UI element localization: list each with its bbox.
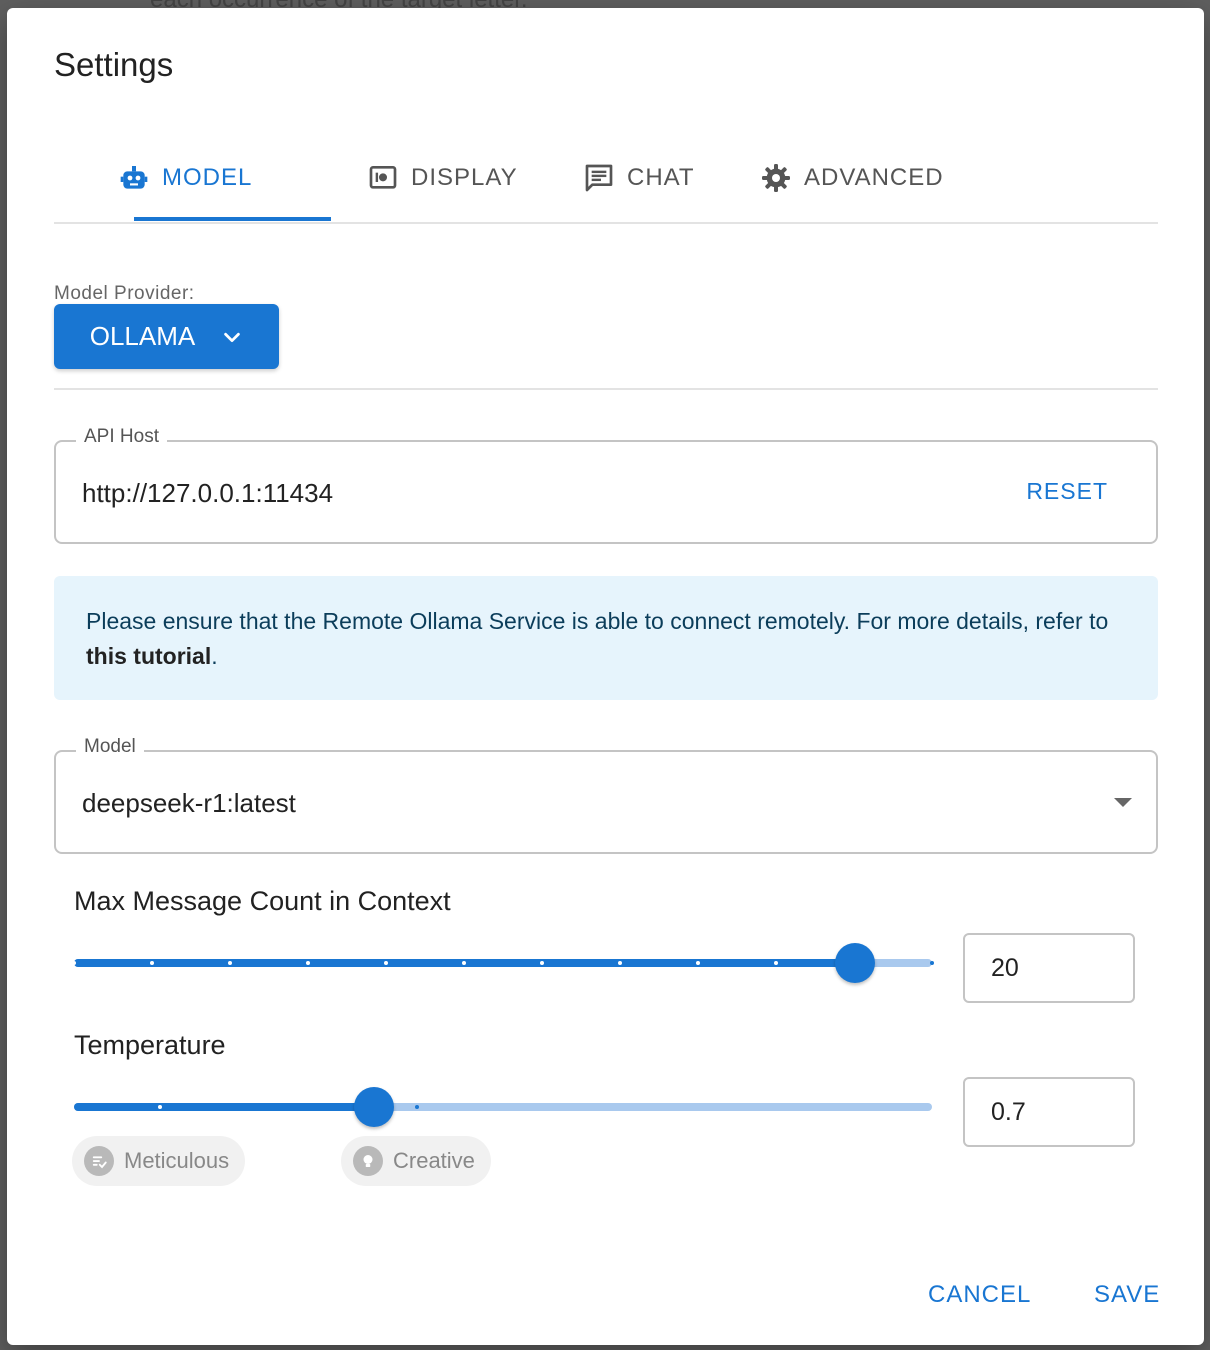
slider-mark xyxy=(150,961,154,965)
chip-meticulous[interactable]: Meticulous xyxy=(72,1136,246,1186)
slider-mark xyxy=(930,961,934,965)
max-message-title: Max Message Count in Context xyxy=(74,886,451,916)
chat-icon xyxy=(585,164,613,192)
cancel-button[interactable]: CANCEL xyxy=(928,1281,1031,1309)
api-host-input[interactable]: http://127.0.0.1:11434 xyxy=(82,478,333,509)
chip-creative[interactable]: Creative xyxy=(341,1136,491,1186)
slider-mark xyxy=(618,961,622,965)
info-text-main: Please ensure that the Remote Ollama Ser… xyxy=(86,608,1109,634)
slider-mark xyxy=(306,961,310,965)
tutorial-link[interactable]: this tutorial xyxy=(86,643,211,669)
slider-mark xyxy=(774,961,778,965)
slider-mark xyxy=(462,961,466,965)
lightbulb-icon xyxy=(353,1146,383,1176)
model-provider-label: Model Provider: xyxy=(54,283,195,304)
tab-chat[interactable]: CHAT xyxy=(583,136,695,220)
max-message-input[interactable]: 20 xyxy=(963,933,1135,1003)
max-message-slider[interactable] xyxy=(72,943,934,983)
model-value: deepseek-r1:latest xyxy=(82,788,296,818)
tab-model-label: MODEL xyxy=(162,164,253,191)
model-legend: Model xyxy=(76,736,144,758)
settings-dialog: Settings MODEL DISPLAY CHAT ADVANCED Mod… xyxy=(7,8,1204,1345)
tab-model[interactable]: MODEL xyxy=(118,136,252,220)
slider-mark xyxy=(384,961,388,965)
robot-icon xyxy=(120,166,148,189)
reset-button[interactable]: RESET xyxy=(1026,478,1108,505)
checklist-icon xyxy=(84,1146,114,1176)
info-text: Please ensure that the Remote Ollama Ser… xyxy=(86,604,1118,674)
slider-mark xyxy=(540,961,544,965)
api-host-legend: API Host xyxy=(76,426,167,448)
temperature-title: Temperature xyxy=(74,1030,226,1060)
tab-indicator xyxy=(134,217,331,221)
chip-meticulous-label: Meticulous xyxy=(124,1148,230,1173)
slider-mark xyxy=(228,961,232,965)
temperature-slider[interactable] xyxy=(74,1087,932,1127)
tab-display[interactable]: DISPLAY xyxy=(367,136,518,220)
slider-track xyxy=(74,1103,374,1111)
settings-tabs: MODEL DISPLAY CHAT ADVANCED xyxy=(54,136,1158,224)
slider-mark xyxy=(72,961,76,965)
model-select[interactable]: Model deepseek-r1:latest xyxy=(54,736,1158,854)
display-settings-icon xyxy=(369,166,397,189)
slider-mark xyxy=(696,961,700,965)
gear-icon xyxy=(762,164,790,192)
info-alert: Please ensure that the Remote Ollama Ser… xyxy=(54,576,1158,700)
slider-thumb[interactable] xyxy=(835,943,875,983)
tab-chat-label: CHAT xyxy=(627,164,695,191)
tab-advanced-label: ADVANCED xyxy=(804,164,944,191)
temperature-input[interactable]: 0.7 xyxy=(963,1077,1135,1147)
model-provider-select[interactable]: OLLAMA xyxy=(54,304,279,369)
slider-thumb[interactable] xyxy=(354,1087,394,1127)
slider-mark xyxy=(415,1105,419,1109)
info-text-end: . xyxy=(211,643,218,669)
save-button[interactable]: SAVE xyxy=(1094,1281,1160,1309)
divider xyxy=(54,388,1158,390)
model-provider-value: OLLAMA xyxy=(89,321,196,351)
slider-mark xyxy=(158,1105,162,1109)
chip-creative-label: Creative xyxy=(393,1148,475,1173)
dialog-title: Settings xyxy=(54,46,174,83)
tab-display-label: DISPLAY xyxy=(411,164,518,191)
chevron-down-icon xyxy=(224,332,241,342)
dropdown-arrow-icon xyxy=(1114,798,1132,807)
api-host-field[interactable]: API Host http://127.0.0.1:11434 RESET xyxy=(54,426,1158,544)
tab-advanced[interactable]: ADVANCED xyxy=(760,136,944,220)
